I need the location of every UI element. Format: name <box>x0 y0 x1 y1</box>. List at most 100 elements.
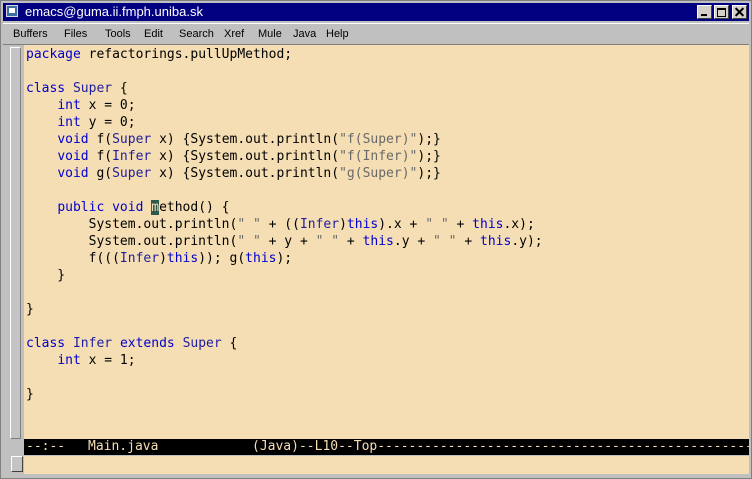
code-token: { <box>221 336 238 351</box>
code-token: " " <box>237 217 261 232</box>
code-token: void <box>57 132 89 147</box>
mode-line: --:-- Main.java (Java)--L10--Top--------… <box>24 439 749 455</box>
code-token: "f(Super)" <box>339 132 418 147</box>
code-line[interactable] <box>26 284 543 301</box>
code-token: Infer <box>299 217 340 232</box>
maximize-button[interactable] <box>714 5 729 19</box>
code-token: );} <box>417 132 441 147</box>
code-token: y = 0; <box>80 115 136 130</box>
code-token: );} <box>417 149 441 164</box>
code-token: class <box>26 336 73 351</box>
menu-java[interactable]: Java <box>293 26 316 42</box>
code-line[interactable]: public void method() { <box>26 199 543 216</box>
code-token: } <box>26 302 34 317</box>
code-token: Infer <box>119 251 160 266</box>
code-token: " " <box>433 234 457 249</box>
code-token: ); <box>276 251 293 266</box>
code-token: f( <box>88 132 113 147</box>
code-token: f( <box>88 149 113 164</box>
code-token: void <box>57 149 89 164</box>
code-token: " " <box>315 234 340 249</box>
minibuffer-scroll-button[interactable] <box>11 456 23 472</box>
code-token: this <box>362 234 394 249</box>
code-token: x) {System.out.println( <box>151 132 340 147</box>
code-line[interactable]: } <box>26 267 543 284</box>
code-token: + y + <box>260 234 316 249</box>
code-token: Infer <box>72 336 113 351</box>
menu-xref[interactable]: Xref <box>224 26 244 42</box>
code-line[interactable]: f(((Infer)this)); g(this); <box>26 250 543 267</box>
code-line[interactable]: int y = 0; <box>26 114 543 131</box>
code-token: Super <box>72 81 113 96</box>
code-token: void <box>57 166 89 181</box>
editor-buffer[interactable]: package refactorings.pullUpMethod; class … <box>24 45 749 439</box>
code-line[interactable]: void g(Super x) {System.out.println("g(S… <box>26 165 543 182</box>
code-token: this <box>346 217 379 232</box>
title-bar[interactable]: emacs@guma.ii.fmph.uniba.sk <box>3 3 749 21</box>
scrollbar-thumb[interactable] <box>10 47 21 439</box>
menu-buffers[interactable]: Buffers <box>13 26 48 42</box>
code-token: x = 0; <box>80 98 136 113</box>
code-line[interactable]: class Super { <box>26 80 543 97</box>
code-token: int <box>57 115 81 130</box>
menu-files[interactable]: Files <box>64 26 87 42</box>
code-line[interactable]: System.out.println(" " + ((Infer)this).x… <box>26 216 543 233</box>
code-token: refactorings.pullUpMethod; <box>88 47 293 62</box>
code-token: x = 1; <box>80 353 136 368</box>
code-line[interactable] <box>26 63 543 80</box>
code-token: x) {System.out.println( <box>151 149 340 164</box>
code-token: f((( <box>26 251 120 266</box>
close-button[interactable] <box>732 5 747 19</box>
menu-mule[interactable]: Mule <box>258 26 282 42</box>
code-token: } <box>26 387 34 402</box>
modeline-position: (Java)--L10--Top------------------------… <box>252 439 749 454</box>
code-line[interactable]: package refactorings.pullUpMethod; <box>26 46 543 63</box>
minibuffer[interactable] <box>24 456 749 474</box>
code-token: ) <box>159 251 167 266</box>
minimize-button[interactable] <box>697 5 712 19</box>
code-line[interactable] <box>26 369 543 386</box>
modeline-status: --:-- <box>26 439 66 454</box>
menu-bar: Buffers Files Tools Edit Search Xref Mul… <box>3 23 749 45</box>
menu-help[interactable]: Help <box>326 26 349 42</box>
code-token: " " <box>237 234 261 249</box>
menu-edit[interactable]: Edit <box>144 26 163 42</box>
code-token: } <box>26 268 66 283</box>
code-token: Infer <box>112 149 152 164</box>
code-line[interactable] <box>26 318 543 335</box>
code-line[interactable]: } <box>26 386 543 403</box>
code-line[interactable]: int x = 1; <box>26 352 543 369</box>
window-title: emacs@guma.ii.fmph.uniba.sk <box>25 4 203 19</box>
text-cursor: m <box>151 200 160 215</box>
code-token: { <box>112 81 128 96</box>
code-token: int <box>57 98 81 113</box>
code-line[interactable]: class Infer extends Super { <box>26 335 543 352</box>
code-token: )); g( <box>198 251 246 266</box>
vertical-scrollbar[interactable] <box>9 45 23 439</box>
code-line[interactable]: } <box>26 301 543 318</box>
code-line[interactable]: void f(Super x) {System.out.println("f(S… <box>26 131 543 148</box>
code-token: System.out.println( <box>26 217 238 232</box>
code-line[interactable]: void f(Infer x) {System.out.println("f(I… <box>26 148 543 165</box>
code-token: "g(Super)" <box>339 166 418 181</box>
code-token: Super <box>112 166 152 181</box>
menu-search[interactable]: Search <box>179 26 214 42</box>
code-token: package <box>26 47 89 62</box>
code-token: "f(Infer)" <box>339 149 418 164</box>
code-line[interactable]: int x = 0; <box>26 97 543 114</box>
code-line[interactable]: System.out.println(" " + y + " " + this.… <box>26 233 543 250</box>
window-menu-icon[interactable] <box>6 5 18 17</box>
emacs-window: emacs@guma.ii.fmph.uniba.sk Buffers File… <box>0 0 752 479</box>
code-token: this <box>480 234 512 249</box>
code-token: public void <box>57 200 152 215</box>
code-token: + <box>448 217 473 232</box>
code-text[interactable]: package refactorings.pullUpMethod; class … <box>26 46 543 403</box>
menu-tools[interactable]: Tools <box>105 26 131 42</box>
code-token: this <box>245 251 277 266</box>
code-line[interactable] <box>26 182 543 199</box>
